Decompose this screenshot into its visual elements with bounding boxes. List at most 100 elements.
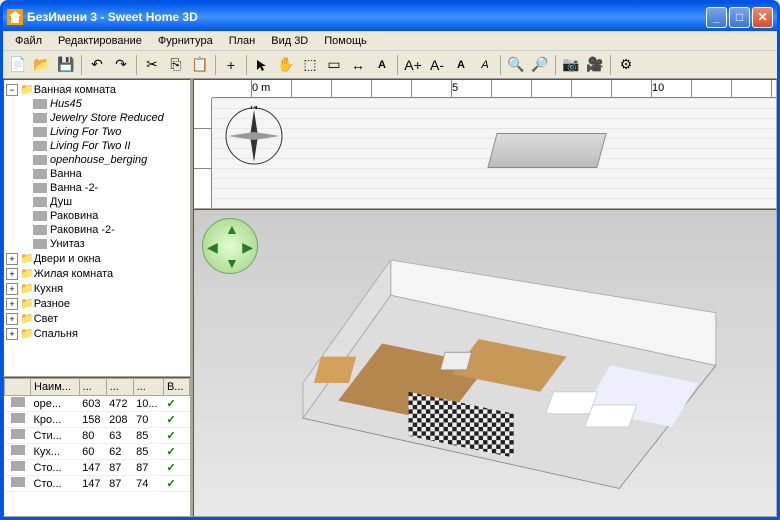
menu-file[interactable]: Файл <box>7 33 50 49</box>
tree-category[interactable]: +📁Кухня <box>6 281 188 296</box>
tree-category[interactable]: +📁Жилая комната <box>6 266 188 281</box>
tree-item[interactable]: Hus45 <box>6 97 188 111</box>
menu-plan[interactable]: План <box>221 33 264 49</box>
nav-left-icon[interactable]: ◀ <box>207 239 218 256</box>
select-icon[interactable] <box>251 54 273 76</box>
text-plus-icon[interactable]: A+ <box>402 54 424 76</box>
table-row[interactable]: Сти...806385✓ <box>5 428 190 444</box>
furniture-tree[interactable]: − 📁 Ванная комната Hus45Jewelry Store Re… <box>3 79 191 377</box>
add-furniture-icon[interactable]: + <box>220 54 242 76</box>
table-header[interactable]: ... <box>79 379 106 396</box>
right-panel: 0 m 5 10 N ▲ ▼ <box>193 79 777 517</box>
nav-up-icon[interactable]: ▲ <box>225 221 239 237</box>
cut-icon[interactable]: ✂ <box>141 54 163 76</box>
zoom-in-icon[interactable]: 🔍 <box>505 54 527 76</box>
open-icon[interactable]: 📂 <box>31 54 53 76</box>
cell-visible[interactable]: ✓ <box>163 412 189 428</box>
collapse-icon[interactable]: − <box>6 84 18 96</box>
plan-canvas[interactable]: N <box>212 98 776 208</box>
cell-visible[interactable]: ✓ <box>163 476 189 492</box>
tree-category[interactable]: +📁Свет <box>6 311 188 326</box>
titlebar[interactable]: БезИмени 3 - Sweet Home 3D _ □ ✕ <box>3 3 777 31</box>
video-icon[interactable]: 🎥 <box>584 54 606 76</box>
expand-icon[interactable]: + <box>6 298 18 310</box>
tree-label: Раковина -2- <box>50 224 115 236</box>
tree-root[interactable]: − 📁 Ванная комната <box>6 82 188 97</box>
furniture-table-panel[interactable]: Наим............В... оре...60347210...✓К… <box>3 377 191 517</box>
cell-visible[interactable]: ✓ <box>163 444 189 460</box>
tree-category[interactable]: +📁Двери и окна <box>6 251 188 266</box>
table-header[interactable]: ... <box>133 379 163 396</box>
tree-category[interactable]: +📁Спальня <box>6 326 188 341</box>
redo-icon[interactable]: ↷ <box>110 54 132 76</box>
folder-icon: 📁 <box>20 297 34 310</box>
table-row[interactable]: Кух...606285✓ <box>5 444 190 460</box>
tree-item[interactable]: Living For Two <box>6 125 188 139</box>
table-row[interactable]: Кро...15820870✓ <box>5 412 190 428</box>
tree-item[interactable]: Унитаз <box>6 237 188 251</box>
tree-label: Спальня <box>34 328 78 340</box>
plan-2d-view[interactable]: 0 m 5 10 N <box>193 79 777 209</box>
table-header[interactable]: В... <box>163 379 189 396</box>
cell-visible[interactable]: ✓ <box>163 460 189 476</box>
minimize-button[interactable]: _ <box>706 7 727 28</box>
menu-edit[interactable]: Редактирование <box>50 33 150 49</box>
expand-icon[interactable]: + <box>6 268 18 280</box>
separator <box>397 55 398 75</box>
close-button[interactable]: ✕ <box>752 7 773 28</box>
expand-icon[interactable]: + <box>6 283 18 295</box>
menu-furniture[interactable]: Фурнитура <box>150 33 221 49</box>
table-row[interactable]: Сто...1478787✓ <box>5 460 190 476</box>
cell-visible[interactable]: ✓ <box>163 428 189 444</box>
col-icon[interactable] <box>5 379 31 396</box>
menu-help[interactable]: Помощь <box>316 33 375 49</box>
pan-icon[interactable]: ✋ <box>275 54 297 76</box>
tree-item[interactable]: Living For Two II <box>6 139 188 153</box>
save-icon[interactable]: 💾 <box>55 54 77 76</box>
tree-item[interactable]: Раковина -2- <box>6 223 188 237</box>
dimension-icon[interactable]: ↔ <box>347 54 369 76</box>
photo-icon[interactable]: 📷 <box>560 54 582 76</box>
tree-item[interactable]: Jewelry Store Reduced <box>6 111 188 125</box>
furniture-icon <box>33 155 47 165</box>
3d-floorplan[interactable] <box>244 260 766 506</box>
nav-down-icon[interactable]: ▼ <box>225 255 239 271</box>
cell-name: Кро... <box>31 412 80 428</box>
room-icon[interactable]: ▭ <box>323 54 345 76</box>
undo-icon[interactable]: ↶ <box>86 54 108 76</box>
tree-category[interactable]: +📁Разное <box>6 296 188 311</box>
cell-a: 147 <box>79 460 106 476</box>
tree-item[interactable]: openhouse_berging <box>6 153 188 167</box>
maximize-button[interactable]: □ <box>729 7 750 28</box>
copy-icon[interactable]: ⎘ <box>165 54 187 76</box>
cell-visible[interactable]: ✓ <box>163 396 189 412</box>
table-header[interactable]: Наим... <box>31 379 80 396</box>
text-icon[interactable]: A <box>371 54 393 76</box>
plan-model-preview[interactable] <box>487 133 606 168</box>
new-icon[interactable]: 📄 <box>7 54 29 76</box>
menu-3dview[interactable]: Вид 3D <box>263 33 316 49</box>
cell-c: 10... <box>133 396 163 412</box>
table-header[interactable]: ... <box>106 379 133 396</box>
tree-item[interactable]: Ванна -2- <box>6 181 188 195</box>
tree-item[interactable]: Ванна <box>6 167 188 181</box>
text-minus-icon[interactable]: A- <box>426 54 448 76</box>
table-row[interactable]: оре...60347210...✓ <box>5 396 190 412</box>
ruler-horizontal: 0 m 5 10 <box>212 80 776 98</box>
table-row[interactable]: Сто...1478774✓ <box>5 476 190 492</box>
3d-view[interactable]: ▲ ▼ ◀ ▶ <box>193 209 777 517</box>
expand-icon[interactable]: + <box>6 313 18 325</box>
preferences-icon[interactable]: ⚙ <box>615 54 637 76</box>
bold-icon[interactable]: A <box>450 54 472 76</box>
italic-icon[interactable]: A <box>474 54 496 76</box>
nav-right-icon[interactable]: ▶ <box>242 239 253 256</box>
zoom-out-icon[interactable]: 🔎 <box>529 54 551 76</box>
tree-item[interactable]: Душ <box>6 195 188 209</box>
furniture-icon <box>33 183 47 193</box>
expand-icon[interactable]: + <box>6 328 18 340</box>
wall-icon[interactable]: ⬚ <box>299 54 321 76</box>
paste-icon[interactable]: 📋 <box>189 54 211 76</box>
expand-icon[interactable]: + <box>6 253 18 265</box>
compass-icon[interactable]: N <box>224 106 284 166</box>
tree-item[interactable]: Раковина <box>6 209 188 223</box>
